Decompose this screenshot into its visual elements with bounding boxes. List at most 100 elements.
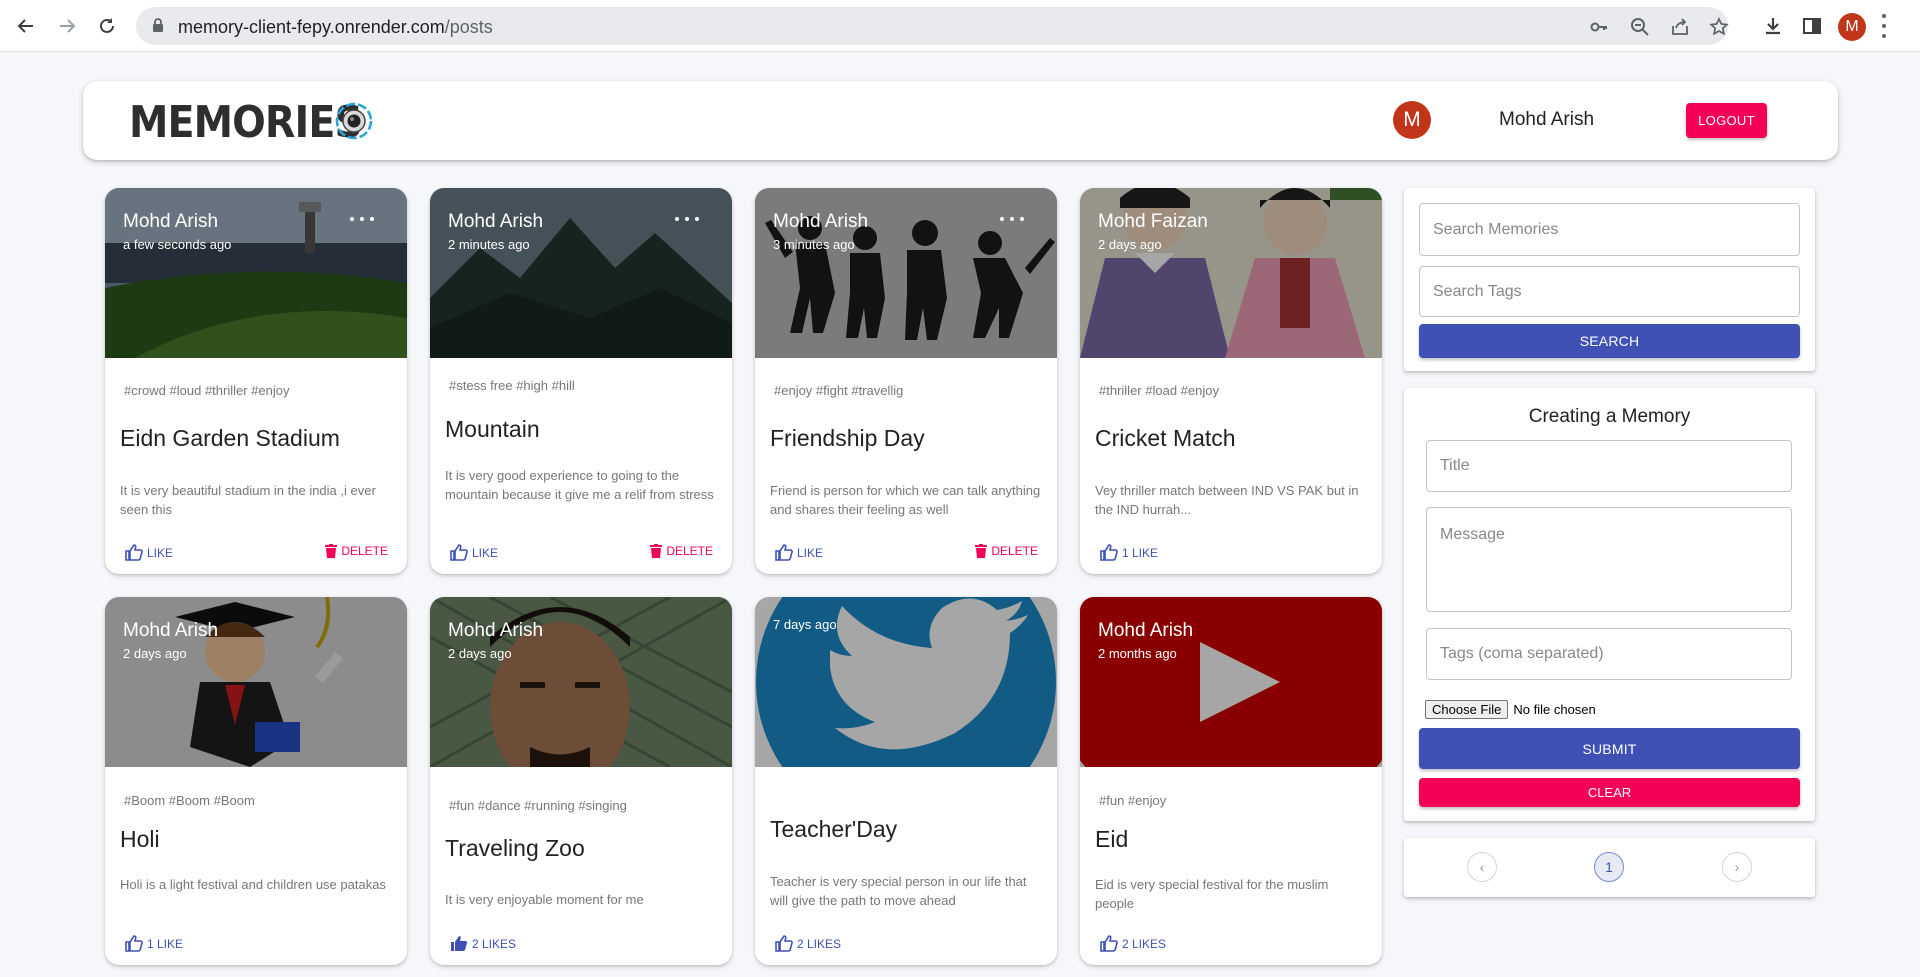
like-button[interactable]: LIKE — [125, 544, 173, 561]
post-title: Traveling Zoo — [445, 835, 585, 861]
browser-toolbar: memory-client-fepy.onrender.com/posts M — [0, 0, 1920, 52]
post-author: Mohd Arish — [448, 211, 544, 232]
post-time: 3 minutes ago — [773, 237, 855, 252]
thumb-up-icon — [775, 544, 793, 561]
post-time: 2 days ago — [1098, 237, 1162, 252]
file-picker: Choose File No file chosen — [1425, 700, 1596, 719]
post-card: Mohd Arish 2 months ago #fun #enjoy Eid … — [1080, 597, 1382, 965]
like-button[interactable]: LIKE — [775, 544, 823, 561]
pagination: ‹ 1 › — [1404, 838, 1815, 897]
prev-page-chevron-icon[interactable]: ‹ — [1467, 852, 1497, 882]
post-tags: #fun #dance #running #singing — [449, 798, 627, 813]
lock-icon — [152, 18, 164, 38]
forward-arrow-icon[interactable] — [51, 10, 83, 42]
like-button[interactable]: 2 LIKES — [450, 935, 516, 952]
post-author: Mohd Arish — [448, 620, 544, 641]
like-label: 2 LIKES — [797, 936, 842, 951]
post-card: Mohd Arish a few seconds ago #crowd #lou… — [105, 188, 407, 574]
post-tags: #enjoy #fight #travellig — [774, 383, 904, 398]
choose-file-button[interactable]: Choose File — [1425, 700, 1509, 719]
search-button[interactable]: SEARCH — [1419, 324, 1800, 358]
post-time: 7 days ago — [773, 617, 837, 632]
thumb-up-icon — [125, 544, 143, 561]
post-title: Eid — [1095, 826, 1129, 852]
post-author: Mohd Arish — [773, 211, 869, 232]
trash-icon — [650, 544, 663, 558]
delete-label: DELETE — [666, 544, 713, 558]
next-page-chevron-icon[interactable]: › — [1722, 852, 1752, 882]
browser-menu-icon[interactable] — [1880, 14, 1888, 38]
thumb-up-icon — [1100, 935, 1118, 952]
more-options-icon[interactable] — [675, 214, 699, 224]
clear-button[interactable]: CLEAR — [1419, 778, 1800, 807]
bookmark-star-icon[interactable] — [1708, 16, 1730, 38]
delete-label: DELETE — [341, 544, 388, 558]
share-icon[interactable] — [1669, 16, 1691, 38]
post-time: 2 days ago — [448, 646, 512, 661]
zoom-out-icon[interactable] — [1629, 16, 1651, 38]
url-text: memory-client-fepy.onrender.com/posts — [178, 17, 493, 37]
like-button[interactable]: 1 LIKE — [125, 935, 183, 952]
user-name: Mohd Arish — [1499, 109, 1595, 130]
post-title: Eidn Garden Stadium — [120, 425, 340, 451]
user-avatar[interactable]: M — [1393, 101, 1431, 139]
page-1-button[interactable]: 1 — [1594, 852, 1624, 882]
like-button[interactable]: 2 LIKES — [775, 935, 841, 952]
post-message: It is very beautiful stadium in the indi… — [120, 483, 376, 517]
post-time: 2 minutes ago — [448, 237, 530, 252]
post-card: Mohd Arish 2 days ago #Boom #Boom #Boom … — [105, 597, 407, 965]
post-time: 2 days ago — [123, 646, 187, 661]
camera-lens-icon — [334, 101, 374, 146]
post-card: Mohd Arish 2 minutes ago #stess free #hi… — [430, 188, 732, 574]
key-icon[interactable] — [1588, 16, 1610, 38]
more-options-icon[interactable] — [1000, 214, 1024, 224]
search-tags-input[interactable] — [1419, 266, 1800, 317]
side-panel-icon[interactable] — [1799, 13, 1825, 39]
post-title: Friendship Day — [770, 425, 925, 451]
post-time: 2 months ago — [1098, 646, 1177, 661]
post-author: Mohd Arish — [1098, 620, 1194, 641]
browser-profile-avatar[interactable]: M — [1838, 13, 1866, 41]
like-label: LIKE — [472, 545, 499, 560]
message-textarea[interactable] — [1426, 507, 1792, 612]
post-author: Mohd Arish — [123, 620, 219, 641]
address-bar[interactable]: memory-client-fepy.onrender.com/posts — [136, 7, 1730, 45]
delete-label: DELETE — [991, 544, 1038, 558]
post-title: Holi — [120, 826, 160, 852]
like-label: LIKE — [797, 545, 824, 560]
logout-button[interactable]: LOGOUT — [1686, 103, 1767, 138]
search-memories-input[interactable] — [1419, 203, 1800, 256]
thumb-up-icon — [450, 544, 468, 561]
trash-icon — [975, 544, 988, 558]
delete-button[interactable]: DELETE — [650, 544, 713, 558]
delete-button[interactable]: DELETE — [325, 544, 388, 558]
post-message: Teacher is very special person in our li… — [770, 874, 1027, 908]
post-tags: #crowd #loud #thriller #enjoy — [124, 383, 290, 398]
title-input[interactable] — [1426, 440, 1792, 492]
submit-button[interactable]: SUBMIT — [1419, 728, 1800, 769]
tags-input[interactable] — [1426, 628, 1792, 680]
like-label: LIKE — [147, 545, 174, 560]
brand-logo-text[interactable]: MEMORIES — [129, 97, 363, 148]
post-title: Mountain — [445, 416, 540, 442]
reload-icon[interactable] — [91, 10, 123, 42]
like-button[interactable]: 2 LIKES — [1100, 935, 1166, 952]
back-arrow-icon[interactable] — [10, 10, 42, 42]
form-heading: Creating a Memory — [1528, 406, 1691, 427]
more-options-icon[interactable] — [350, 214, 374, 224]
post-author: Mohd Faizan — [1098, 211, 1208, 232]
like-button[interactable]: 1 LIKE — [1100, 544, 1158, 561]
create-memory-form: Creating a Memory Choose File No file ch… — [1404, 388, 1815, 821]
post-tags: #fun #enjoy — [1099, 793, 1167, 808]
delete-button[interactable]: DELETE — [975, 544, 1038, 558]
post-message: It is very good experience to going to t… — [445, 468, 714, 502]
trash-icon — [325, 544, 338, 558]
post-message: Eid is very special festival for the mus… — [1095, 877, 1329, 911]
post-message: Holi is a light festival and children us… — [120, 877, 386, 892]
post-card: 7 days ago Teacher'Day Teacher is very s… — [755, 597, 1057, 965]
file-status: No file chosen — [1513, 702, 1596, 717]
download-icon[interactable] — [1760, 13, 1786, 39]
post-message: Friend is person for which we can talk a… — [770, 483, 1041, 517]
search-panel: SEARCH — [1404, 188, 1815, 371]
like-button[interactable]: LIKE — [450, 544, 498, 561]
